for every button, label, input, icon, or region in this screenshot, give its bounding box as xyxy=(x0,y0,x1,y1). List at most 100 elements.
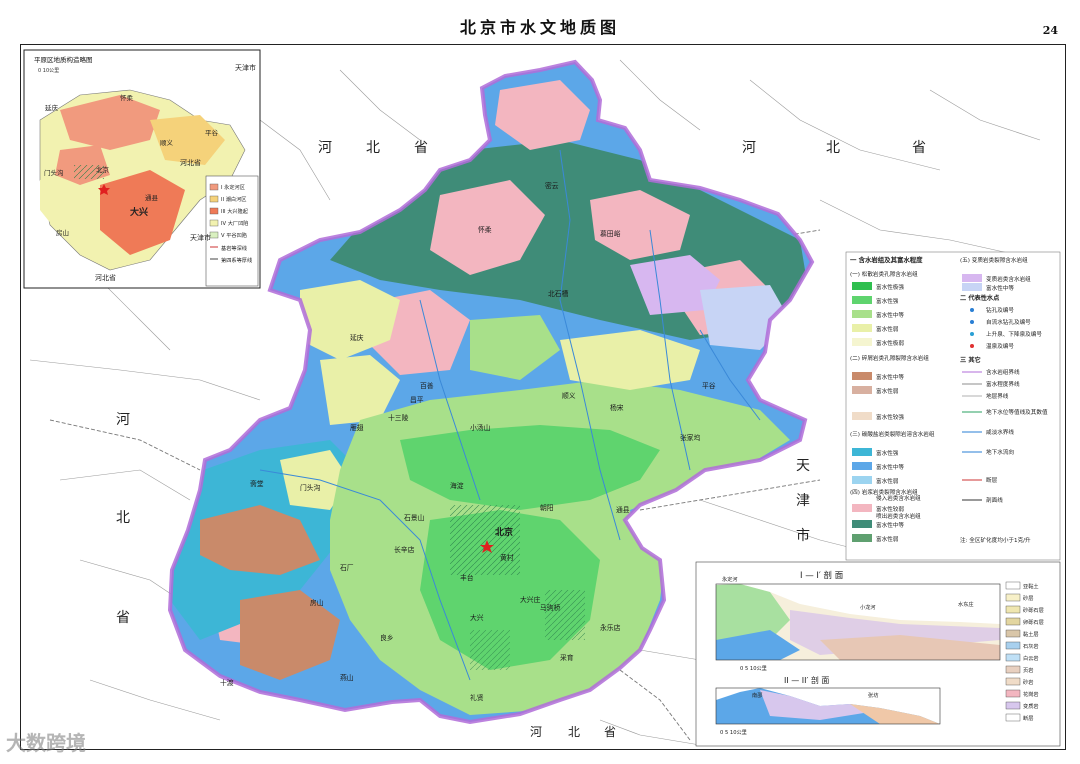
svg-text:房山: 房山 xyxy=(56,228,69,237)
svg-text:河: 河 xyxy=(116,412,130,428)
svg-text:北: 北 xyxy=(116,510,130,526)
svg-text:二 代表性水点: 二 代表性水点 xyxy=(960,294,1000,302)
svg-text:第四系等厚线: 第四系等厚线 xyxy=(221,256,252,264)
svg-text:注: 全区矿化度均小于1克/升: 注: 全区矿化度均小于1克/升 xyxy=(960,536,1031,544)
svg-text:石厂: 石厂 xyxy=(340,564,354,572)
svg-text:大兴: 大兴 xyxy=(470,613,484,622)
svg-text:V 平谷凹陷: V 平谷凹陷 xyxy=(221,231,247,239)
svg-text:顺义: 顺义 xyxy=(160,139,174,147)
svg-text:朝阳: 朝阳 xyxy=(540,503,554,512)
svg-text:(三) 碳酸盐岩类裂隙岩溶含水岩组: (三) 碳酸盐岩类裂隙岩溶含水岩组 xyxy=(850,430,935,438)
svg-text:北: 北 xyxy=(366,140,380,156)
svg-text:富水性中等: 富水性中等 xyxy=(986,284,1014,292)
svg-text:咸淡水界线: 咸淡水界线 xyxy=(986,428,1014,436)
inset-title: 平原区地质构造略图 xyxy=(34,55,93,64)
svg-text:富水性中等: 富水性中等 xyxy=(876,521,904,529)
svg-text:张家坞: 张家坞 xyxy=(680,433,701,442)
svg-text:亚黏土: 亚黏土 xyxy=(1023,582,1039,590)
svg-text:I 永定河区: I 永定河区 xyxy=(221,183,245,191)
svg-text:花岗岩: 花岗岩 xyxy=(1023,690,1039,698)
svg-text:十三陵: 十三陵 xyxy=(388,413,409,422)
svg-text:喷出岩类含水岩组: 喷出岩类含水岩组 xyxy=(876,512,921,520)
svg-text:地下水流向: 地下水流向 xyxy=(986,448,1014,456)
svg-text:(四) 岩浆岩类裂隙含水岩组: (四) 岩浆岩类裂隙含水岩组 xyxy=(850,488,918,496)
svg-text:小汤山: 小汤山 xyxy=(470,423,491,432)
svg-text:白云岩: 白云岩 xyxy=(1023,654,1039,662)
svg-text:(一) 松散岩类孔隙含水岩组: (一) 松散岩类孔隙含水岩组 xyxy=(850,270,918,278)
svg-text:三 其它: 三 其它 xyxy=(960,356,981,364)
svg-text:断层: 断层 xyxy=(986,476,998,484)
svg-text:富水程度界线: 富水程度界线 xyxy=(986,380,1020,388)
svg-text:北京: 北京 xyxy=(495,526,513,538)
watermark-text: 大数跨境 xyxy=(6,731,86,755)
svg-text:门头沟: 门头沟 xyxy=(44,168,64,177)
svg-text:斋堂: 斋堂 xyxy=(250,479,264,488)
svg-text:富水性中等: 富水性中等 xyxy=(876,311,904,319)
svg-text:水东庄: 水东庄 xyxy=(958,600,974,608)
svg-text:马驹桥: 马驹桥 xyxy=(540,603,561,612)
svg-text:富水性极强: 富水性极强 xyxy=(876,283,904,291)
svg-text:顺义: 顺义 xyxy=(562,392,576,400)
svg-text:0 5 10公里: 0 5 10公里 xyxy=(720,729,747,736)
svg-text:富水性弱: 富水性弱 xyxy=(876,477,899,485)
svg-text:省: 省 xyxy=(604,725,616,739)
svg-text:杨宋: 杨宋 xyxy=(610,403,624,412)
svg-text:石景山: 石景山 xyxy=(404,513,425,522)
svg-text:富水性强: 富水性强 xyxy=(876,297,899,305)
svg-text:平谷: 平谷 xyxy=(205,128,219,137)
svg-text:天津市: 天津市 xyxy=(235,63,256,72)
svg-text:房山: 房山 xyxy=(310,598,324,607)
svg-text:地下水位等值线及其数值: 地下水位等值线及其数值 xyxy=(986,408,1048,416)
svg-text:卵砾石层: 卵砾石层 xyxy=(1023,618,1044,626)
svg-text:富水性较弱: 富水性较弱 xyxy=(876,505,904,513)
svg-text:津: 津 xyxy=(796,493,810,509)
svg-text:省: 省 xyxy=(116,610,130,626)
svg-text:大兴庄: 大兴庄 xyxy=(520,595,541,604)
svg-text:延庆: 延庆 xyxy=(45,103,59,112)
inset-scale: 0 10公里 xyxy=(38,68,59,74)
svg-text:页岩: 页岩 xyxy=(1023,666,1033,674)
svg-text:变质岩类含水岩组: 变质岩类含水岩组 xyxy=(986,275,1031,283)
svg-text:砂岩: 砂岩 xyxy=(1023,678,1033,686)
svg-text:自流水钻孔及编号: 自流水钻孔及编号 xyxy=(986,318,1031,326)
svg-text:密云: 密云 xyxy=(545,181,559,190)
svg-text:(五) 变质岩类裂隙含水岩组: (五) 变质岩类裂隙含水岩组 xyxy=(960,256,1028,264)
map-canvas: I 永定河区 II 潮白河区 III 大兴隆起 IV 大厂凹陷 V 平谷凹陷 基… xyxy=(23,49,1061,747)
svg-text:(二) 碎屑岩类孔隙裂隙含水岩组: (二) 碎屑岩类孔隙裂隙含水岩组 xyxy=(850,354,929,362)
svg-text:百善: 百善 xyxy=(420,381,434,390)
svg-text:门头沟: 门头沟 xyxy=(300,483,321,492)
svg-text:天津市: 天津市 xyxy=(190,233,211,242)
svg-text:一 含水岩组及其富水程度: 一 含水岩组及其富水程度 xyxy=(850,255,923,264)
svg-text:河: 河 xyxy=(318,140,332,156)
cross-sections xyxy=(695,561,1061,747)
svg-text:富水性弱: 富水性弱 xyxy=(876,325,899,333)
svg-text:慕田峪: 慕田峪 xyxy=(600,229,621,238)
svg-text:燕山: 燕山 xyxy=(340,673,354,682)
svg-text:钻孔及编号: 钻孔及编号 xyxy=(986,306,1014,314)
svg-text:砂层: 砂层 xyxy=(1023,594,1033,602)
svg-text:河北省: 河北省 xyxy=(95,273,116,282)
svg-text:南邵: 南邵 xyxy=(752,691,762,699)
svg-text:富水性中等: 富水性中等 xyxy=(876,373,904,381)
svg-text:张坊: 张坊 xyxy=(868,691,878,699)
svg-text:市: 市 xyxy=(796,527,810,544)
svg-text:含水岩组界线: 含水岩组界线 xyxy=(986,368,1020,376)
svg-text:礼贤: 礼贤 xyxy=(470,693,484,702)
svg-text:富水性较强: 富水性较强 xyxy=(876,413,904,421)
svg-text:石灰岩: 石灰岩 xyxy=(1023,642,1039,650)
svg-text:富水性弱: 富水性弱 xyxy=(876,535,899,543)
svg-text:十渡: 十渡 xyxy=(220,678,234,687)
svg-text:丰台: 丰台 xyxy=(460,573,474,582)
svg-text:地层界线: 地层界线 xyxy=(986,392,1009,400)
svg-text:温泉及编号: 温泉及编号 xyxy=(986,342,1014,350)
svg-text:昌平: 昌平 xyxy=(410,396,424,404)
svg-text:富水性中等: 富水性中等 xyxy=(876,463,904,471)
svg-text:IV 大厂凹陷: IV 大厂凹陷 xyxy=(221,219,248,227)
svg-text:剖面线: 剖面线 xyxy=(986,496,1003,504)
svg-text:富水性极弱: 富水性极弱 xyxy=(876,339,904,347)
svg-text:永定河: 永定河 xyxy=(722,575,738,583)
svg-text:良乡: 良乡 xyxy=(380,633,394,642)
svg-text:河: 河 xyxy=(742,140,756,156)
svg-text:大兴: 大兴 xyxy=(130,206,148,218)
svg-text:河: 河 xyxy=(530,725,542,739)
